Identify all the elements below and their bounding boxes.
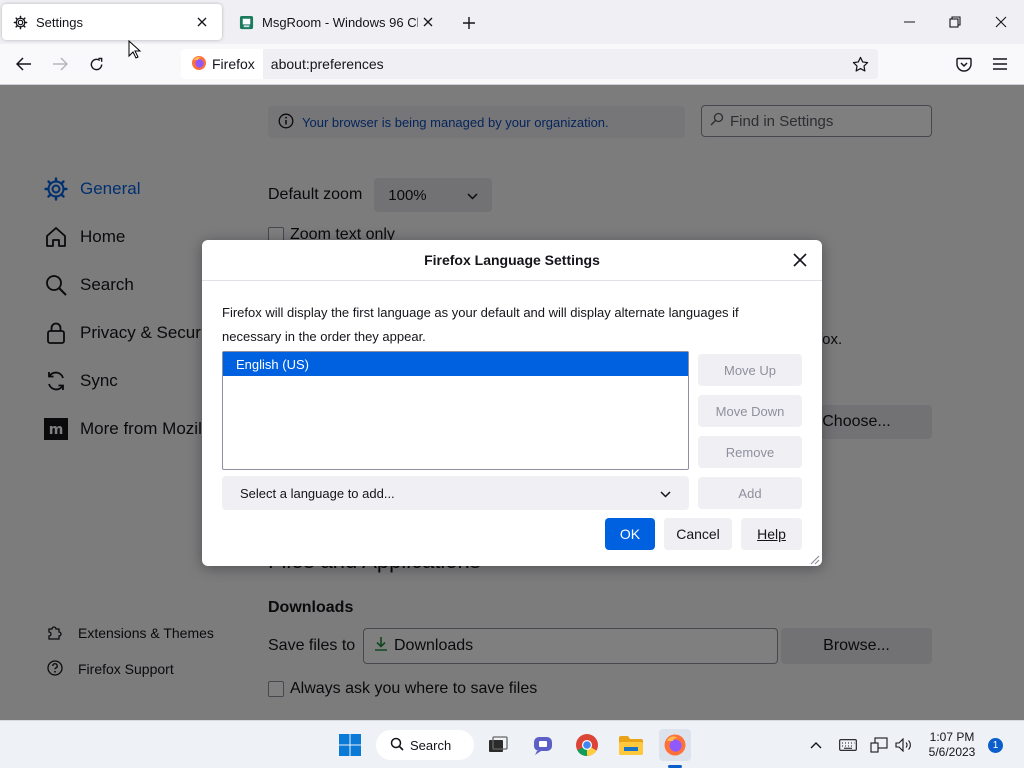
close-tab-icon[interactable] [418, 12, 438, 32]
navigation-toolbar: Firefox about:preferences [0, 44, 1024, 85]
restore-icon[interactable] [932, 0, 978, 44]
move-up-button[interactable]: Move Up [698, 354, 802, 386]
close-icon[interactable] [788, 248, 812, 272]
tab-title: Settings [36, 14, 83, 30]
dialog-title: Firefox Language Settings [202, 240, 822, 281]
system-clock[interactable]: 1:07 PM 5/6/2023 [920, 730, 984, 760]
file-explorer-icon[interactable] [615, 729, 647, 761]
tab-settings[interactable]: Settings [2, 4, 222, 40]
volume-icon[interactable] [893, 731, 915, 759]
move-down-button[interactable]: Move Down [698, 395, 802, 427]
firefox-logo-icon [191, 55, 207, 74]
identity-label: Firefox [212, 56, 255, 72]
clock-date: 5/6/2023 [928, 745, 976, 759]
bookmark-star-icon[interactable] [846, 50, 874, 78]
taskbar-search[interactable]: Search [376, 730, 474, 760]
dialog-description: Firefox will display the first language … [222, 305, 739, 344]
add-language-placeholder: Select a language to add... [240, 485, 395, 501]
add-language-select[interactable]: Select a language to add... [222, 476, 689, 510]
msgroom-icon [238, 14, 254, 30]
cancel-button[interactable]: Cancel [664, 518, 732, 550]
chevron-down-icon [660, 486, 671, 501]
new-tab-plus-icon[interactable] [458, 12, 480, 34]
windows-start-icon[interactable] [334, 729, 366, 761]
taskbar: Search 1:07 PM 5/6/2023 1 [0, 720, 1024, 768]
hamburger-menu-icon[interactable] [986, 50, 1014, 78]
tab-msgroom[interactable]: MsgRoom - Windows 96 Chat [228, 4, 448, 40]
ok-button[interactable]: OK [605, 518, 655, 550]
minimize-icon[interactable] [886, 0, 932, 44]
forward-arrow-icon[interactable] [46, 50, 74, 78]
remove-button[interactable]: Remove [698, 436, 802, 468]
close-tab-icon[interactable] [192, 12, 212, 32]
identity-box[interactable]: Firefox [181, 49, 263, 79]
tab-strip: Settings MsgRoom - Windows 96 Chat [0, 0, 1024, 44]
teams-chat-icon[interactable] [527, 729, 559, 761]
network-icon[interactable] [868, 731, 890, 759]
gear-icon [12, 14, 28, 30]
task-view-icon[interactable] [482, 729, 514, 761]
help-button[interactable]: Help [741, 518, 802, 550]
reload-icon[interactable] [82, 50, 110, 78]
language-settings-dialog: Firefox Language Settings Firefox will d… [202, 240, 822, 566]
tab-title: MsgRoom - Windows 96 Chat [262, 14, 418, 30]
chevron-up-icon[interactable] [805, 731, 827, 759]
close-window-icon[interactable] [978, 0, 1024, 44]
keyboard-icon[interactable] [837, 731, 859, 759]
chrome-icon[interactable] [571, 729, 603, 761]
firefox-taskbar-icon[interactable] [659, 729, 691, 761]
resize-grip-icon[interactable] [808, 552, 820, 565]
pocket-icon[interactable] [950, 50, 978, 78]
clock-time: 1:07 PM [929, 730, 975, 744]
language-list-item[interactable]: English (US) [223, 352, 688, 376]
search-icon [390, 737, 404, 754]
add-button[interactable]: Add [698, 477, 802, 509]
url-bar[interactable]: Firefox about:preferences [181, 49, 878, 79]
url-text[interactable]: about:preferences [263, 56, 846, 72]
language-list[interactable]: English (US) [222, 351, 689, 470]
taskbar-search-label: Search [410, 737, 452, 753]
notification-badge[interactable]: 1 [988, 738, 1003, 753]
back-arrow-icon[interactable] [10, 50, 38, 78]
mouse-cursor-icon [128, 39, 142, 60]
